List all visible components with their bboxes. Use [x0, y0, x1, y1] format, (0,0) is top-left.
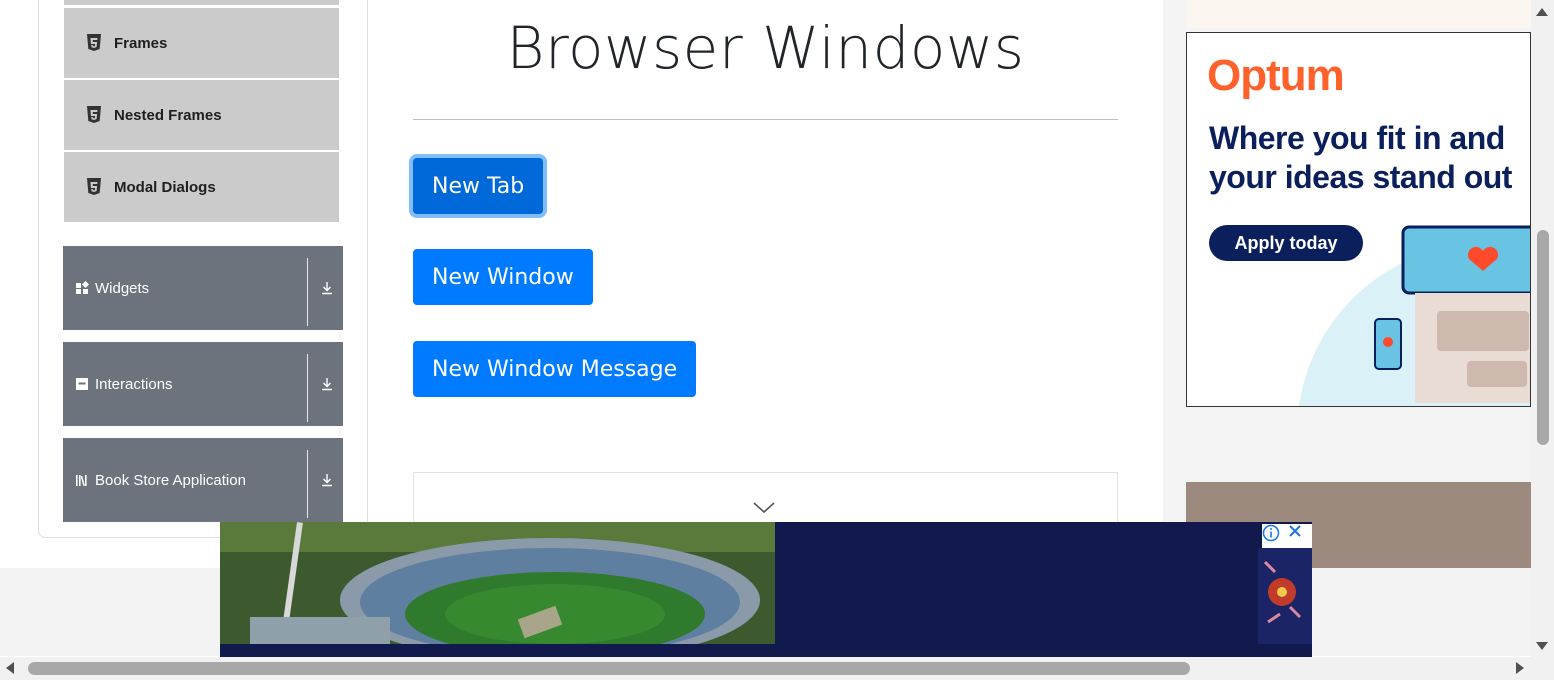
- sidebar-item-label: Modal Dialogs: [114, 178, 216, 196]
- vertical-scroll-thumb[interactable]: [1537, 230, 1549, 445]
- sidebar-item-partial: [64, 0, 339, 5]
- sidebar-item-nested-frames[interactable]: Nested Frames: [64, 80, 339, 150]
- divider: [307, 258, 308, 326]
- sidebar-group-label: Book Store Application: [95, 471, 246, 489]
- ad-laptop-illustration: [1298, 225, 1530, 406]
- ad-close-icon[interactable]: [1288, 524, 1312, 548]
- interactions-icon: [76, 378, 88, 390]
- expand-download-icon[interactable]: [317, 246, 337, 330]
- sidebar-item-frames[interactable]: Frames: [64, 8, 339, 78]
- sidebar-group-label: Widgets: [95, 279, 150, 297]
- ad-top-strip: [1186, 0, 1531, 28]
- widgets-icon: [76, 281, 89, 294]
- title-divider: [413, 119, 1118, 120]
- new-tab-button[interactable]: New Tab: [413, 158, 544, 214]
- sidebar-group-interactions[interactable]: Interactions: [63, 342, 343, 426]
- sidebar-group-widgets[interactable]: Widgets: [63, 246, 343, 330]
- html5-icon: [87, 106, 101, 123]
- book-store-icon: [76, 475, 87, 487]
- new-window-message-button[interactable]: New Window Message: [413, 341, 697, 397]
- scroll-up-icon[interactable]: [1536, 8, 1548, 16]
- scroll-down-icon[interactable]: [1536, 642, 1548, 650]
- expand-download-icon[interactable]: [317, 438, 337, 522]
- ad-brand-logo: Optum: [1207, 51, 1345, 100]
- ad-headline: Where you fit in and your ideas stand ou…: [1209, 120, 1512, 195]
- divider: [307, 450, 308, 518]
- chevron-down-icon[interactable]: [752, 501, 776, 515]
- html5-icon: [87, 34, 101, 51]
- ad-info-icon[interactable]: [1262, 524, 1288, 548]
- scroll-left-icon[interactable]: [6, 662, 14, 674]
- bottom-banner-ad[interactable]: [220, 522, 1312, 657]
- divider: [307, 354, 308, 422]
- horizontal-scroll-thumb[interactable]: [28, 662, 1190, 675]
- sidebar-group-book-store[interactable]: Book Store Application: [63, 438, 343, 522]
- new-window-button[interactable]: New Window: [413, 249, 593, 305]
- sidebar-item-label: Frames: [114, 34, 168, 52]
- optum-ad[interactable]: Optum Where you fit in and your ideas st…: [1186, 32, 1531, 407]
- page-title: Browser Windows: [506, 14, 1025, 82]
- sidebar-item-label: Nested Frames: [114, 106, 222, 124]
- stadium-image: [220, 522, 1312, 657]
- expand-download-icon[interactable]: [317, 342, 337, 426]
- scroll-right-icon[interactable]: [1516, 662, 1524, 674]
- sidebar-group-label: Interactions: [95, 375, 173, 393]
- sidebar-item-modal-dialogs[interactable]: Modal Dialogs: [64, 152, 339, 222]
- html5-icon: [87, 178, 101, 195]
- page: Frames Nested Frames Modal Dialogs Widge…: [0, 0, 1554, 680]
